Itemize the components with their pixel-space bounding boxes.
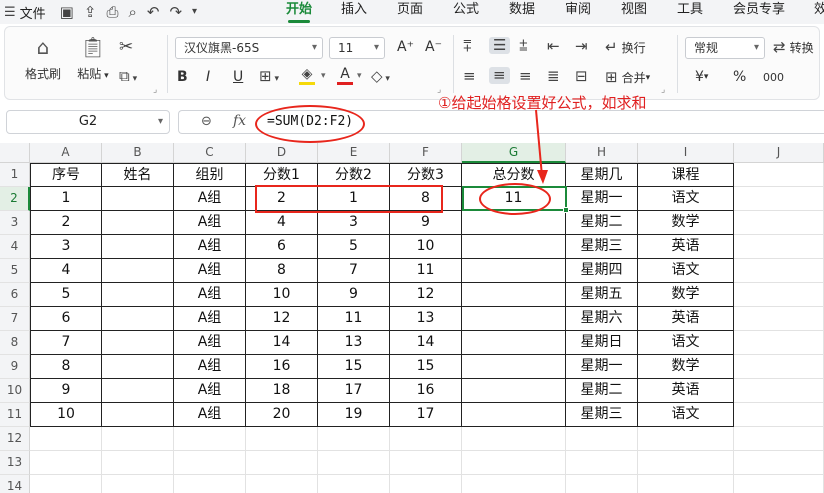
arrow-head [537, 170, 548, 184]
annotation-arrow [535, 109, 548, 184]
arrow-line [535, 109, 543, 177]
